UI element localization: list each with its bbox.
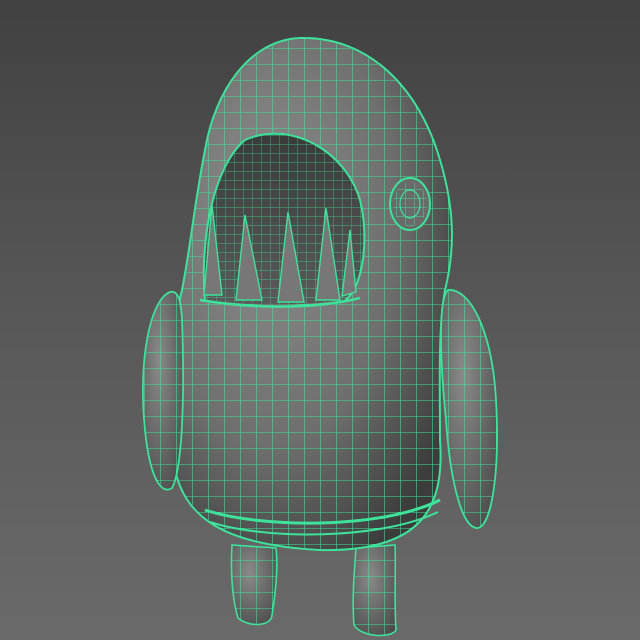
3d-viewport[interactable] [0, 0, 640, 640]
character-model[interactable] [0, 0, 640, 640]
eye[interactable] [389, 177, 431, 231]
right-leg[interactable] [345, 540, 405, 640]
left-leg[interactable] [220, 540, 290, 640]
right-arm[interactable] [435, 285, 505, 535]
